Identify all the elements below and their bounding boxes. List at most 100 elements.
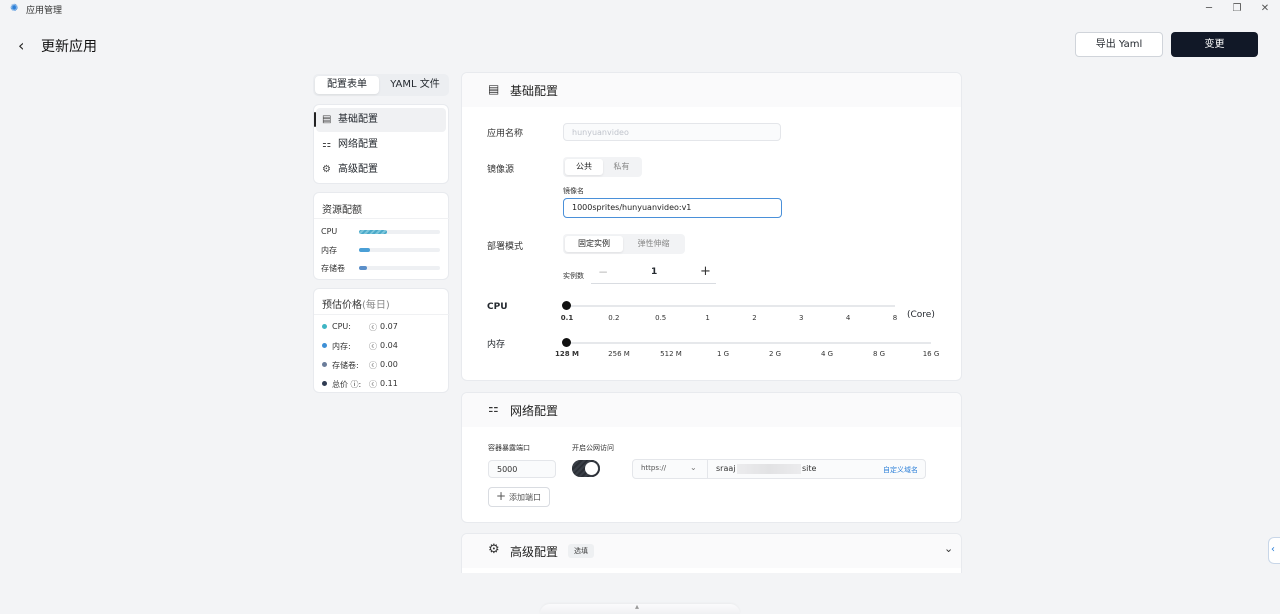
memory-slider-track[interactable]	[567, 342, 931, 344]
export-yaml-button[interactable]: 导出 Yaml	[1075, 32, 1163, 57]
slider-tick[interactable]: 2 G	[769, 350, 781, 358]
slider-tick[interactable]: 0.5	[655, 314, 666, 322]
domain-suffix[interactable]: site	[802, 464, 816, 473]
domain-prefix[interactable]: sraaj	[716, 464, 735, 473]
slider-tick[interactable]: 1 G	[717, 350, 729, 358]
tab-yaml[interactable]: YAML 文件	[383, 76, 447, 94]
tab-form[interactable]: 配置表单	[315, 76, 379, 94]
minus-icon[interactable]: −	[598, 265, 608, 279]
image-name-input[interactable]: 1000sprites/hunyuanvideo:v1	[563, 198, 782, 218]
price-title: 预估价格	[322, 300, 362, 311]
domain-input-group: https:// ⌄ sraaj site 自定义域名	[632, 459, 926, 479]
slider-tick[interactable]: 2	[752, 314, 756, 322]
chevron-down-icon[interactable]: ⌄	[944, 542, 953, 555]
slider-tick[interactable]: 8 G	[873, 350, 885, 358]
memory-slider-handle[interactable]	[562, 338, 571, 347]
document-icon: ▤	[488, 82, 500, 96]
chevron-left-icon: ‹	[1271, 544, 1275, 555]
cpu-slider-label: CPU	[487, 302, 508, 312]
slider-tick[interactable]: 512 M	[660, 350, 682, 358]
cpu-usage-fill	[359, 230, 388, 234]
advanced-config-card[interactable]: ⚙ 高级配置 选填 ⌄	[461, 533, 962, 573]
slider-tick[interactable]: 8	[893, 314, 897, 322]
resources-card: 资源配额 CPU 内存 存储卷	[313, 192, 450, 280]
cpu-slider-track[interactable]	[567, 305, 895, 307]
back-arrow-icon[interactable]: ‹	[18, 36, 24, 55]
resource-label-cpu: CPU	[321, 227, 338, 236]
memory-usage-bar	[359, 248, 440, 252]
price-row-storage: 存储卷: ⓒ 0.00	[322, 360, 442, 370]
storage-dot	[322, 362, 327, 367]
storage-usage-bar	[359, 266, 440, 270]
restore-icon[interactable]: ❐	[1225, 1, 1249, 17]
chevron-down-icon[interactable]: ⌄	[690, 463, 697, 472]
nav-item-basic[interactable]: ▤ 基础配置	[316, 108, 446, 132]
app-title: 应用管理	[26, 6, 63, 16]
memory-usage-fill	[359, 248, 371, 252]
memory-slider-label: 内存	[487, 340, 506, 350]
minimize-icon[interactable]: ─	[1197, 1, 1221, 17]
slider-tick[interactable]: 16 G	[923, 350, 940, 358]
price-label: 内存:	[332, 342, 351, 351]
network-config-card: ⚏ 网络配置 容器暴露端口 5000 开启公网访问 https:// ⌄ sra…	[461, 392, 962, 523]
deploy-mode-fixed[interactable]: 固定实例	[565, 236, 623, 252]
cpu-usage-bar	[359, 230, 440, 234]
toggle-knob	[585, 462, 598, 475]
price-label: CPU:	[332, 322, 351, 331]
price-label: 总价 ⓘ:	[332, 380, 362, 389]
image-source-public[interactable]: 公共	[565, 159, 603, 175]
image-source-private[interactable]: 私有	[603, 159, 640, 175]
slider-tick[interactable]: 4	[846, 314, 850, 322]
window-titlebar: ✺ 应用管理 ─ ❐ ✕	[0, 0, 1280, 18]
image-name-label: 镜像名	[563, 187, 584, 195]
basic-config-title: 基础配置	[510, 84, 559, 98]
redacted-domain	[737, 464, 801, 474]
nav-label: 基础配置	[338, 114, 378, 125]
coin-icon: ⓒ	[369, 342, 377, 351]
slider-tick[interactable]: 0.1	[561, 314, 573, 322]
submit-change-button[interactable]: 变更	[1171, 32, 1258, 57]
slider-tick[interactable]: 0.2	[608, 314, 619, 322]
app-logo-icon: ✺	[10, 3, 19, 14]
bottom-drawer-handle[interactable]: ▴	[540, 602, 740, 614]
chevron-up-icon: ▴	[635, 602, 640, 611]
network-config-title: 网络配置	[510, 404, 559, 418]
nav-item-network[interactable]: ⚏ 网络配置	[316, 133, 446, 157]
nav-label: 网络配置	[338, 139, 378, 150]
add-port-button[interactable]: + 添加端口	[488, 487, 550, 507]
gear-icon: ⚙	[322, 164, 331, 175]
protocol-select[interactable]: https://	[641, 464, 666, 472]
side-panel-toggle[interactable]: ‹	[1268, 537, 1280, 564]
resource-label-memory: 内存	[321, 246, 337, 255]
slider-tick[interactable]: 4 G	[821, 350, 833, 358]
slider-tick[interactable]: 3	[799, 314, 803, 322]
price-row-cpu: CPU: ⓒ 0.07	[322, 322, 442, 332]
nav-item-advanced[interactable]: ⚙ 高级配置	[316, 158, 446, 182]
nav-label: 高级配置	[338, 164, 378, 175]
price-value: 0.11	[380, 379, 398, 388]
app-name-input[interactable]: hunyuanvideo	[563, 123, 781, 141]
price-value: 0.00	[380, 360, 398, 369]
slider-tick[interactable]: 256 M	[608, 350, 630, 358]
document-icon: ▤	[322, 114, 332, 125]
price-card: 预估价格 (每日) CPU: ⓒ 0.07 内存: ⓒ 0.04 存储卷: ⓒ …	[313, 288, 450, 393]
close-icon[interactable]: ✕	[1253, 1, 1277, 17]
custom-domain-link[interactable]: 自定义域名	[883, 465, 918, 475]
price-label: 存储卷:	[332, 361, 359, 370]
cpu-slider-handle[interactable]	[562, 301, 571, 310]
public-access-toggle[interactable]	[572, 460, 600, 477]
plus-icon[interactable]: +	[700, 264, 711, 279]
deploy-mode-label: 部署模式	[487, 242, 524, 252]
port-input[interactable]: 5000	[488, 460, 556, 478]
slider-tick[interactable]: 1	[705, 314, 709, 322]
port-label: 容器暴露端口	[488, 444, 530, 452]
deploy-mode-elastic[interactable]: 弹性伸缩	[624, 236, 683, 252]
slider-tick[interactable]: 128 M	[555, 350, 579, 358]
image-source-label: 镜像源	[487, 165, 515, 175]
app-name-label: 应用名称	[487, 129, 524, 139]
network-icon: ⚏	[488, 401, 499, 415]
coin-icon: ⓒ	[369, 323, 377, 332]
instances-value[interactable]: 1	[651, 267, 657, 277]
plus-icon: +	[496, 489, 507, 503]
gear-icon: ⚙	[488, 542, 500, 557]
